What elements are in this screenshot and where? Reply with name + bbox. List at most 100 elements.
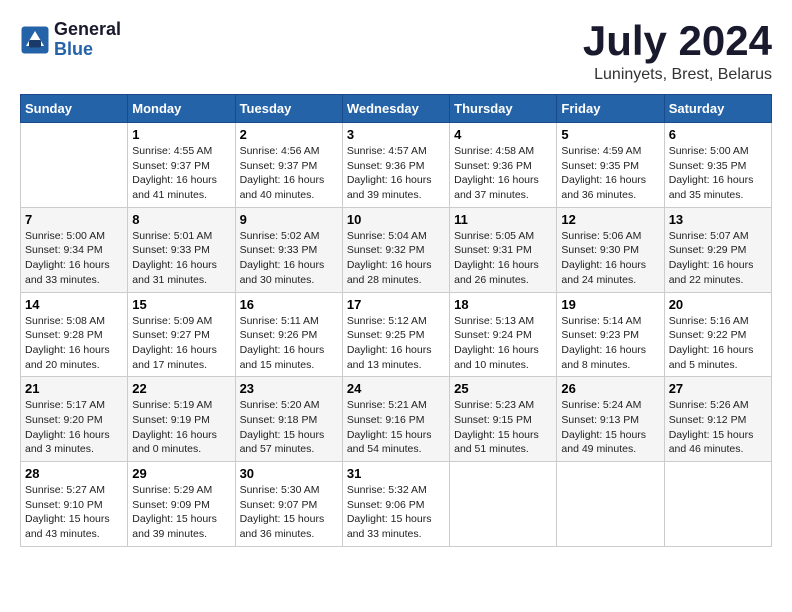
day-number: 27 xyxy=(669,381,767,396)
cell-w4-d1: 21 Sunrise: 5:17 AMSunset: 9:20 PMDayligh… xyxy=(21,377,128,462)
day-info: Sunrise: 5:27 AMSunset: 9:10 PMDaylight:… xyxy=(25,483,123,542)
day-info: Sunrise: 4:58 AMSunset: 9:36 PMDaylight:… xyxy=(454,144,552,203)
day-info: Sunrise: 5:32 AMSunset: 9:06 PMDaylight:… xyxy=(347,483,445,542)
title-area: July 2024 Luninyets, Brest, Belarus xyxy=(583,20,772,84)
cell-w1-d4: 3Sunrise: 4:57 AMSunset: 9:36 PMDaylight… xyxy=(342,123,449,208)
day-number: 22 xyxy=(132,381,230,396)
day-info: Sunrise: 5:00 AMSunset: 9:35 PMDaylight:… xyxy=(669,144,767,203)
header-monday: Monday xyxy=(128,95,235,123)
day-number: 17 xyxy=(347,297,445,312)
day-info: Sunrise: 5:29 AMSunset: 9:09 PMDaylight:… xyxy=(132,483,230,542)
day-info: Sunrise: 5:09 AMSunset: 9:27 PMDaylight:… xyxy=(132,314,230,373)
location-subtitle: Luninyets, Brest, Belarus xyxy=(583,66,772,84)
day-info: Sunrise: 5:13 AMSunset: 9:24 PMDaylight:… xyxy=(454,314,552,373)
day-number: 7 xyxy=(25,212,123,227)
week-row-1: 1Sunrise: 4:55 AMSunset: 9:37 PMDaylight… xyxy=(21,123,772,208)
day-number: 8 xyxy=(132,212,230,227)
cell-w5-d7 xyxy=(664,462,771,547)
day-number: 11 xyxy=(454,212,552,227)
cell-w4-d7: 27Sunrise: 5:26 AMSunset: 9:12 PMDayligh… xyxy=(664,377,771,462)
calendar-table: Sunday Monday Tuesday Wednesday Thursday… xyxy=(20,94,772,547)
header-friday: Friday xyxy=(557,95,664,123)
day-info: Sunrise: 4:56 AMSunset: 9:37 PMDaylight:… xyxy=(240,144,338,203)
day-info: Sunrise: 5:07 AMSunset: 9:29 PMDaylight:… xyxy=(669,229,767,288)
header-thursday: Thursday xyxy=(450,95,557,123)
cell-w2-d4: 10 Sunrise: 5:04 AMSunset: 9:32 PMDayligh… xyxy=(342,207,449,292)
day-info: Sunrise: 5:23 AMSunset: 9:15 PMDaylight:… xyxy=(454,398,552,457)
page-header: General Blue July 2024 Luninyets, Brest,… xyxy=(20,20,772,84)
cell-w2-d5: 11 Sunrise: 5:05 AMSunset: 9:31 PMDayligh… xyxy=(450,207,557,292)
day-info: Sunrise: 5:19 AMSunset: 9:19 PMDaylight:… xyxy=(132,398,230,457)
day-info: Sunrise: 5:21 AMSunset: 9:16 PMDaylight:… xyxy=(347,398,445,457)
day-number: 12 xyxy=(561,212,659,227)
cell-w1-d7: 6Sunrise: 5:00 AMSunset: 9:35 PMDaylight… xyxy=(664,123,771,208)
day-number: 2 xyxy=(240,127,338,142)
logo-icon xyxy=(20,25,50,55)
day-info: Sunrise: 5:05 AMSunset: 9:31 PMDaylight:… xyxy=(454,229,552,288)
week-row-5: 28 Sunrise: 5:27 AMSunset: 9:10 PMDayligh… xyxy=(21,462,772,547)
cell-w4-d2: 22 Sunrise: 5:19 AMSunset: 9:19 PMDayligh… xyxy=(128,377,235,462)
cell-w1-d6: 5Sunrise: 4:59 AMSunset: 9:35 PMDaylight… xyxy=(557,123,664,208)
day-number: 26 xyxy=(561,381,659,396)
cell-w1-d2: 1Sunrise: 4:55 AMSunset: 9:37 PMDaylight… xyxy=(128,123,235,208)
day-info: Sunrise: 5:12 AMSunset: 9:25 PMDaylight:… xyxy=(347,314,445,373)
header-row: Sunday Monday Tuesday Wednesday Thursday… xyxy=(21,95,772,123)
cell-w5-d2: 29 Sunrise: 5:29 AMSunset: 9:09 PMDayligh… xyxy=(128,462,235,547)
cell-w3-d7: 20 Sunrise: 5:16 AMSunset: 9:22 PMDayligh… xyxy=(664,292,771,377)
day-number: 10 xyxy=(347,212,445,227)
day-info: Sunrise: 5:04 AMSunset: 9:32 PMDaylight:… xyxy=(347,229,445,288)
day-number: 16 xyxy=(240,297,338,312)
cell-w2-d3: 9Sunrise: 5:02 AMSunset: 9:33 PMDaylight… xyxy=(235,207,342,292)
cell-w5-d5 xyxy=(450,462,557,547)
cell-w4-d5: 25 Sunrise: 5:23 AMSunset: 9:15 PMDayligh… xyxy=(450,377,557,462)
cell-w1-d1 xyxy=(21,123,128,208)
day-number: 1 xyxy=(132,127,230,142)
cell-w4-d3: 23 Sunrise: 5:20 AMSunset: 9:18 PMDayligh… xyxy=(235,377,342,462)
day-info: Sunrise: 5:20 AMSunset: 9:18 PMDaylight:… xyxy=(240,398,338,457)
day-number: 30 xyxy=(240,466,338,481)
day-info: Sunrise: 5:11 AMSunset: 9:26 PMDaylight:… xyxy=(240,314,338,373)
week-row-3: 14Sunrise: 5:08 AMSunset: 9:28 PMDayligh… xyxy=(21,292,772,377)
cell-w1-d3: 2 Sunrise: 4:56 AMSunset: 9:37 PMDaylight… xyxy=(235,123,342,208)
cell-w4-d6: 26 Sunrise: 5:24 AMSunset: 9:13 PMDayligh… xyxy=(557,377,664,462)
week-row-2: 7 Sunrise: 5:00 AMSunset: 9:34 PMDaylight… xyxy=(21,207,772,292)
day-number: 23 xyxy=(240,381,338,396)
day-info: Sunrise: 5:00 AMSunset: 9:34 PMDaylight:… xyxy=(25,229,123,288)
day-number: 13 xyxy=(669,212,767,227)
day-info: Sunrise: 5:08 AMSunset: 9:28 PMDaylight:… xyxy=(25,314,123,373)
logo-line1: General xyxy=(54,20,121,40)
day-info: Sunrise: 5:02 AMSunset: 9:33 PMDaylight:… xyxy=(240,229,338,288)
day-number: 28 xyxy=(25,466,123,481)
day-number: 29 xyxy=(132,466,230,481)
cell-w5-d4: 31Sunrise: 5:32 AMSunset: 9:06 PMDayligh… xyxy=(342,462,449,547)
cell-w5-d1: 28 Sunrise: 5:27 AMSunset: 9:10 PMDayligh… xyxy=(21,462,128,547)
day-number: 25 xyxy=(454,381,552,396)
cell-w5-d3: 30Sunrise: 5:30 AMSunset: 9:07 PMDayligh… xyxy=(235,462,342,547)
cell-w2-d1: 7 Sunrise: 5:00 AMSunset: 9:34 PMDaylight… xyxy=(21,207,128,292)
logo: General Blue xyxy=(20,20,121,60)
day-info: Sunrise: 4:59 AMSunset: 9:35 PMDaylight:… xyxy=(561,144,659,203)
day-number: 18 xyxy=(454,297,552,312)
header-sunday: Sunday xyxy=(21,95,128,123)
cell-w5-d6 xyxy=(557,462,664,547)
day-info: Sunrise: 5:24 AMSunset: 9:13 PMDaylight:… xyxy=(561,398,659,457)
cell-w3-d5: 18 Sunrise: 5:13 AMSunset: 9:24 PMDayligh… xyxy=(450,292,557,377)
week-row-4: 21 Sunrise: 5:17 AMSunset: 9:20 PMDayligh… xyxy=(21,377,772,462)
cell-w1-d5: 4Sunrise: 4:58 AMSunset: 9:36 PMDaylight… xyxy=(450,123,557,208)
header-wednesday: Wednesday xyxy=(342,95,449,123)
cell-w3-d6: 19Sunrise: 5:14 AMSunset: 9:23 PMDayligh… xyxy=(557,292,664,377)
day-number: 24 xyxy=(347,381,445,396)
header-saturday: Saturday xyxy=(664,95,771,123)
cell-w2-d6: 12Sunrise: 5:06 AMSunset: 9:30 PMDayligh… xyxy=(557,207,664,292)
day-number: 21 xyxy=(25,381,123,396)
day-info: Sunrise: 5:16 AMSunset: 9:22 PMDaylight:… xyxy=(669,314,767,373)
day-info: Sunrise: 4:57 AMSunset: 9:36 PMDaylight:… xyxy=(347,144,445,203)
cell-w3-d3: 16 Sunrise: 5:11 AMSunset: 9:26 PMDayligh… xyxy=(235,292,342,377)
day-info: Sunrise: 5:17 AMSunset: 9:20 PMDaylight:… xyxy=(25,398,123,457)
cell-w2-d7: 13 Sunrise: 5:07 AMSunset: 9:29 PMDayligh… xyxy=(664,207,771,292)
day-number: 20 xyxy=(669,297,767,312)
cell-w2-d2: 8Sunrise: 5:01 AMSunset: 9:33 PMDaylight… xyxy=(128,207,235,292)
header-tuesday: Tuesday xyxy=(235,95,342,123)
cell-w3-d1: 14Sunrise: 5:08 AMSunset: 9:28 PMDayligh… xyxy=(21,292,128,377)
day-number: 19 xyxy=(561,297,659,312)
